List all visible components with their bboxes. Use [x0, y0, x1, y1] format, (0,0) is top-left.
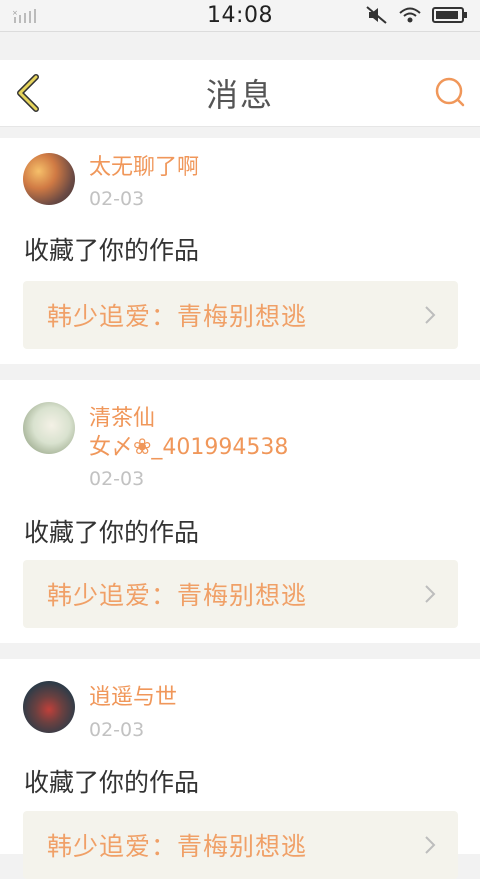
signal-icon: ×: [12, 9, 36, 23]
wifi-icon: [399, 7, 421, 23]
battery-icon: [432, 7, 467, 23]
chevron-right-icon: [425, 836, 436, 854]
username-continued[interactable]: 女〆❀_401994538: [89, 435, 288, 461]
work-title: 韩少追爱：青梅别想逃: [47, 581, 308, 610]
username[interactable]: 清茶仙: [89, 406, 155, 432]
message-card: 清茶仙 女〆❀_401994538 02-03 收藏了你的作品 韩少追爱：青梅别…: [0, 380, 480, 643]
message-text: 收藏了你的作品: [24, 236, 200, 265]
back-button[interactable]: [14, 74, 44, 112]
work-link[interactable]: 韩少追爱：青梅别想逃: [23, 281, 458, 349]
work-title: 韩少追爱：青梅别想逃: [47, 302, 308, 331]
message-card: 太无聊了啊 02-03 收藏了你的作品 韩少追爱：青梅别想逃: [0, 138, 480, 364]
message-card: 逍遥与世 02-03 收藏了你的作品 韩少追爱：青梅别想逃: [0, 659, 480, 879]
message-date: 02-03: [89, 468, 145, 490]
chevron-left-icon: [17, 74, 39, 112]
status-bar: × 14:08: [0, 0, 480, 32]
search-button[interactable]: [434, 76, 466, 108]
message-text: 收藏了你的作品: [24, 518, 200, 547]
username[interactable]: 逍遥与世: [89, 685, 177, 711]
svg-text:×: ×: [12, 9, 18, 17]
search-icon: [435, 77, 465, 107]
avatar[interactable]: [23, 681, 75, 733]
page-title: 消息: [205, 76, 274, 114]
clock: 14:08: [207, 3, 273, 28]
message-date: 02-03: [89, 188, 145, 210]
message-text: 收藏了你的作品: [24, 768, 200, 797]
chevron-right-icon: [425, 585, 436, 603]
work-link[interactable]: 韩少追爱：青梅别想逃: [23, 560, 458, 628]
message-date: 02-03: [89, 719, 145, 741]
username[interactable]: 太无聊了啊: [89, 155, 199, 181]
chevron-right-icon: [425, 306, 436, 324]
avatar[interactable]: [23, 153, 75, 205]
nav-header: 消息: [0, 60, 480, 127]
status-icons: [366, 6, 468, 24]
work-title: 韩少追爱：青梅别想逃: [47, 832, 308, 861]
mute-icon: [366, 6, 387, 24]
work-link[interactable]: 韩少追爱：青梅别想逃: [23, 811, 458, 879]
avatar[interactable]: [23, 402, 75, 454]
